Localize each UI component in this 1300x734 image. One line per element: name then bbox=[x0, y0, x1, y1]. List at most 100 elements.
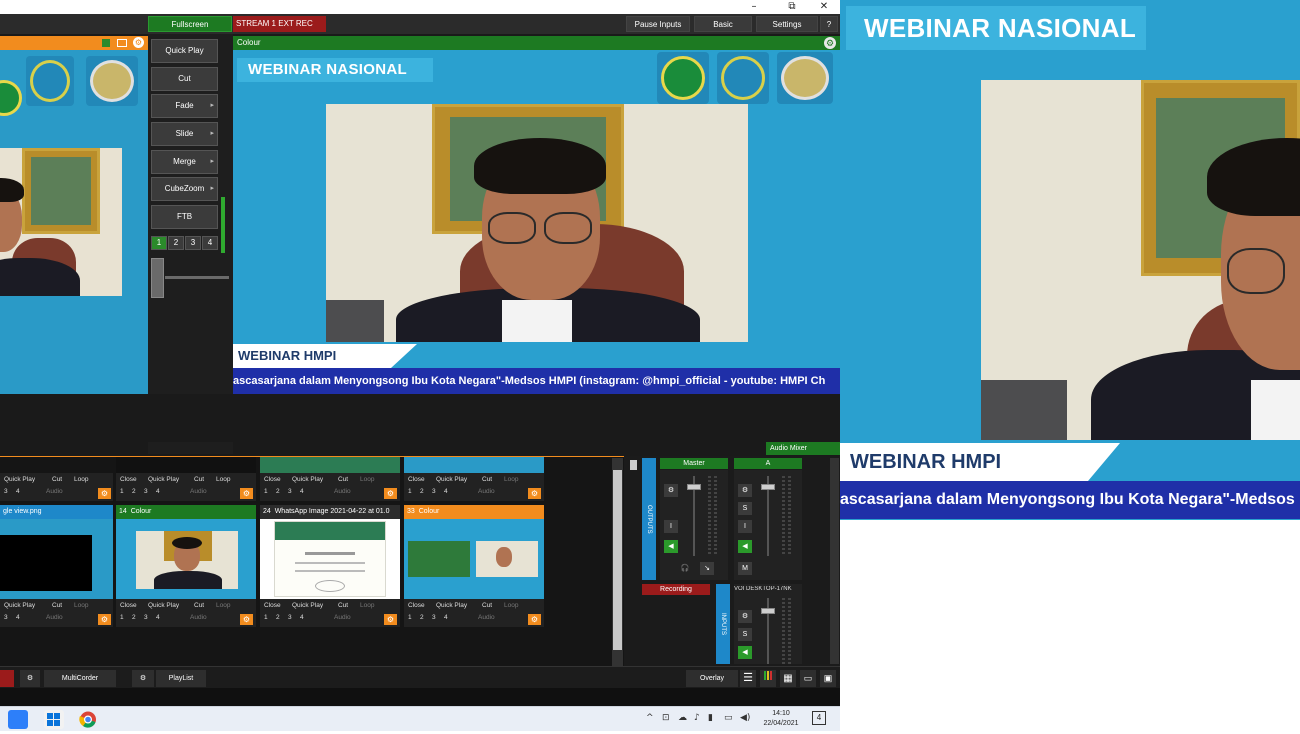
close-link[interactable]: Close bbox=[408, 602, 425, 609]
num-4[interactable]: 4 bbox=[16, 488, 20, 495]
cut-link[interactable]: Cut bbox=[482, 476, 492, 483]
num-4[interactable]: 4 bbox=[156, 614, 160, 621]
close-icon[interactable]: ✕ bbox=[812, 0, 836, 14]
taskbar-clock[interactable]: 14:10 22/04/2021 bbox=[760, 709, 802, 729]
num-4[interactable]: 4 bbox=[16, 614, 20, 621]
overlay-button[interactable]: Overlay bbox=[686, 670, 738, 687]
cut-link[interactable]: Cut bbox=[194, 476, 204, 483]
num-2[interactable]: 2 bbox=[420, 488, 424, 495]
bus-a-i-button[interactable]: I bbox=[738, 520, 752, 533]
close-link[interactable]: Close bbox=[264, 602, 281, 609]
preview-screen[interactable] bbox=[0, 50, 148, 394]
pause-inputs-button[interactable]: Pause Inputs bbox=[626, 16, 690, 32]
master-mute-icon[interactable]: ↘ bbox=[700, 562, 714, 575]
audio-pin-icon[interactable] bbox=[630, 460, 637, 470]
minimize-icon[interactable]: – bbox=[742, 0, 766, 14]
multicorder-button[interactable]: MultiCorder bbox=[44, 670, 116, 687]
input-gear-icon[interactable]: ⚙ bbox=[384, 614, 397, 625]
master-gear-icon[interactable]: ⚙ bbox=[664, 484, 678, 497]
quick-play-link[interactable]: Quick Play bbox=[148, 476, 179, 483]
tray-wifi-icon[interactable]: ▭ bbox=[724, 713, 733, 723]
num-1[interactable]: 1 bbox=[120, 488, 124, 495]
quick-play-link[interactable]: Quick Play bbox=[292, 476, 323, 483]
cut-link[interactable]: Cut bbox=[482, 602, 492, 609]
num-4[interactable]: 4 bbox=[300, 614, 304, 621]
cut-link[interactable]: Cut bbox=[52, 602, 62, 609]
audio-link[interactable]: Audio bbox=[478, 614, 495, 621]
merge-button[interactable]: Merge bbox=[151, 150, 218, 174]
loop-link[interactable]: Loop bbox=[360, 476, 374, 483]
close-link[interactable]: Close bbox=[120, 476, 137, 483]
inputs-scrollbar[interactable] bbox=[612, 458, 623, 666]
input-audio-fader-knob[interactable] bbox=[761, 608, 775, 614]
input-audio-gear-icon[interactable]: ⚙ bbox=[738, 610, 752, 623]
input-gear-icon[interactable]: ⚙ bbox=[528, 488, 541, 499]
windows-start-icon[interactable] bbox=[44, 710, 64, 729]
audio-link[interactable]: Audio bbox=[46, 488, 63, 495]
num-2[interactable]: 2 bbox=[420, 614, 424, 621]
cut-button[interactable]: Cut bbox=[151, 67, 218, 91]
transition-4-button[interactable]: 4 bbox=[202, 236, 218, 250]
loop-link[interactable]: Loop bbox=[504, 476, 518, 483]
cut-link[interactable]: Cut bbox=[338, 476, 348, 483]
num-4[interactable]: 4 bbox=[444, 614, 448, 621]
input-gear-icon[interactable]: ⚙ bbox=[528, 614, 541, 625]
stream-status-badge[interactable]: STREAM 1 EXT REC bbox=[233, 16, 326, 32]
input-gear-icon[interactable]: ⚙ bbox=[240, 488, 253, 499]
num-4[interactable]: 4 bbox=[444, 488, 448, 495]
quick-play-link[interactable]: Quick Play bbox=[4, 476, 35, 483]
quick-play-link[interactable]: Quick Play bbox=[436, 476, 467, 483]
t-bar-track[interactable] bbox=[165, 276, 229, 279]
num-2[interactable]: 2 bbox=[132, 488, 136, 495]
input-gear-icon[interactable]: ⚙ bbox=[240, 614, 253, 625]
cut-link[interactable]: Cut bbox=[52, 476, 62, 483]
basic-button[interactable]: Basic bbox=[694, 16, 752, 32]
tray-network-icon[interactable]: ⊡ bbox=[662, 713, 670, 723]
num-3[interactable]: 3 bbox=[144, 614, 148, 621]
num-2[interactable]: 2 bbox=[276, 488, 280, 495]
num-3[interactable]: 3 bbox=[4, 614, 8, 621]
master-speaker-icon[interactable]: ◀ bbox=[664, 540, 678, 553]
recording-status[interactable]: Recording bbox=[642, 584, 710, 595]
loop-link[interactable]: Loop bbox=[504, 602, 518, 609]
output-screen[interactable]: WEBINAR NASIONAL WEBINAR HMPI ascasarjan… bbox=[233, 50, 840, 394]
loop-link[interactable]: Loop bbox=[360, 602, 374, 609]
tray-chevron-icon[interactable]: ^ bbox=[646, 713, 654, 723]
num-3[interactable]: 3 bbox=[432, 488, 436, 495]
input-audio-solo-button[interactable]: S bbox=[738, 628, 752, 641]
num-3[interactable]: 3 bbox=[288, 614, 292, 621]
transition-3-button[interactable]: 3 bbox=[185, 236, 201, 250]
close-link[interactable]: Close bbox=[120, 602, 137, 609]
chrome-icon[interactable] bbox=[78, 710, 98, 729]
record-indicator[interactable] bbox=[0, 670, 14, 687]
input-tile[interactable]: gle view.png bbox=[0, 505, 113, 599]
loop-link[interactable]: Loop bbox=[74, 476, 88, 483]
num-3[interactable]: 3 bbox=[288, 488, 292, 495]
grid-view-icon[interactable]: ▦ bbox=[780, 670, 796, 687]
audio-scrollbar[interactable] bbox=[830, 458, 839, 664]
quick-play-link[interactable]: Quick Play bbox=[436, 602, 467, 609]
transition-1-button[interactable]: 1 bbox=[151, 236, 167, 250]
preview-window-icon[interactable] bbox=[117, 39, 127, 47]
bus-a-speaker-icon[interactable]: ◀ bbox=[738, 540, 752, 553]
tray-battery-icon[interactable]: ▮ bbox=[708, 713, 713, 723]
num-1[interactable]: 1 bbox=[408, 614, 412, 621]
input-thumbnail[interactable] bbox=[404, 519, 544, 599]
num-1[interactable]: 1 bbox=[264, 614, 268, 621]
tray-volume-icon[interactable]: ◀) bbox=[740, 713, 750, 723]
num-3[interactable]: 3 bbox=[432, 614, 436, 621]
cubezoom-button[interactable]: CubeZoom bbox=[151, 177, 218, 201]
master-i-button[interactable]: I bbox=[664, 520, 678, 533]
level-meter-icon[interactable] bbox=[760, 670, 776, 687]
quick-play-button[interactable]: Quick Play bbox=[151, 39, 218, 63]
slide-button[interactable]: Slide bbox=[151, 122, 218, 146]
lock-icon[interactable]: ▣ bbox=[820, 670, 836, 687]
fade-button[interactable]: Fade bbox=[151, 94, 218, 118]
loop-link[interactable]: Loop bbox=[74, 602, 88, 609]
tray-cloud-icon[interactable]: ☁ bbox=[678, 713, 687, 723]
audio-mixer-toggle[interactable]: Audio Mixer bbox=[766, 442, 840, 455]
audio-link[interactable]: Audio bbox=[334, 488, 351, 495]
quick-play-link[interactable]: Quick Play bbox=[148, 602, 179, 609]
num-4[interactable]: 4 bbox=[156, 488, 160, 495]
quick-play-link[interactable]: Quick Play bbox=[4, 602, 35, 609]
